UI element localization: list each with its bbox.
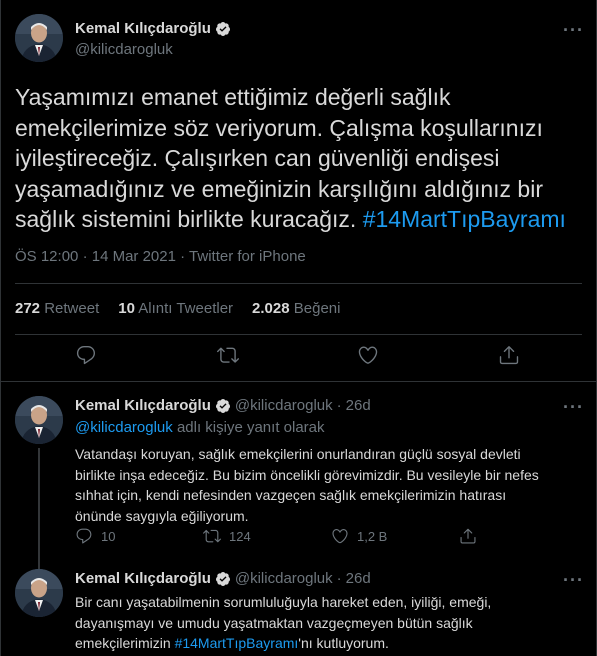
avatar[interactable] xyxy=(15,396,63,444)
tweet-time[interactable]: ÖS 12:00 xyxy=(15,248,78,265)
retweet-count: 124 xyxy=(229,528,251,544)
meta-separator: · xyxy=(336,570,342,587)
retweet-icon[interactable] xyxy=(217,344,239,366)
quote-count: 10 xyxy=(118,300,135,317)
like-stat[interactable]: 2.028 Beğeni xyxy=(252,300,340,317)
hashtag-link[interactable]: #14MartTıpBayramı xyxy=(363,206,566,232)
tweet-age[interactable]: 26d xyxy=(346,570,371,587)
replying-to: @kilicdarogluk adlı kişiye yanıt olarak xyxy=(75,419,325,436)
retweet-stat[interactable]: 272 Retweet xyxy=(15,300,99,317)
share-icon xyxy=(460,528,476,544)
avatar[interactable] xyxy=(15,14,63,62)
quote-stat[interactable]: 10 Alıntı Tweetler xyxy=(118,300,233,317)
share-icon[interactable] xyxy=(498,344,520,366)
quote-label: Alıntı Tweetler xyxy=(138,300,234,317)
like-label: Beğeni xyxy=(293,300,341,317)
author-name[interactable]: Kemal Kılıçdaroğlu xyxy=(75,397,211,414)
retweet-action[interactable]: 124 xyxy=(203,527,251,545)
author-row: Kemal Kılıçdaroğlu @kilicdarogluk · 26d xyxy=(75,397,371,414)
replying-to-label: adlı kişiye yanıt olarak xyxy=(176,419,325,436)
divider xyxy=(1,381,596,382)
reply-action[interactable]: 10 xyxy=(75,527,115,545)
author-name[interactable]: Kemal Kılıçdaroğlu xyxy=(75,570,211,587)
author-handle[interactable]: @kilicdarogluk xyxy=(235,397,333,414)
more-icon[interactable]: ··· xyxy=(563,570,584,591)
like-count: 1,2 B xyxy=(357,528,388,544)
meta-separator: · xyxy=(336,397,342,414)
tweet-actions xyxy=(1,344,597,372)
reply-icon xyxy=(76,528,92,544)
like-action[interactable]: 1,2 B xyxy=(331,527,387,545)
share-action[interactable] xyxy=(459,527,477,545)
more-icon[interactable]: ··· xyxy=(563,397,584,418)
tweet-thread: Kemal Kılıçdaroğlu @kilicdarogluk ··· Ya… xyxy=(0,0,597,656)
verified-badge-icon xyxy=(215,571,230,586)
retweet-icon xyxy=(203,529,221,543)
tweet-meta: ÖS 12:00 · 14 Mar 2021 · Twitter for iPh… xyxy=(15,248,306,265)
retweet-count: 272 xyxy=(15,300,41,317)
author-handle[interactable]: @kilicdarogluk xyxy=(75,41,173,58)
mention-link[interactable]: @kilicdarogluk xyxy=(75,419,173,436)
tweet-age[interactable]: 26d xyxy=(346,397,371,414)
like-count: 2.028 xyxy=(252,300,290,317)
reply-count: 10 xyxy=(101,528,116,544)
tweet-source[interactable]: Twitter for iPhone xyxy=(189,248,306,265)
author-row: Kemal Kılıçdaroğlu @kilicdarogluk · 26d xyxy=(75,570,371,587)
author-handle[interactable]: @kilicdarogluk xyxy=(235,570,333,587)
author-name[interactable]: Kemal Kılıçdaroğlu xyxy=(75,20,211,37)
avatar[interactable] xyxy=(15,569,63,617)
divider xyxy=(15,334,582,335)
meta-separator: · xyxy=(180,248,186,265)
tweet-stats: 272 Retweet 10 Alıntı Tweetler 2.028 Beğ… xyxy=(15,300,340,317)
reply-text: Vatandaşı koruyan, sağlık emekçilerini o… xyxy=(75,446,539,524)
thread-connector xyxy=(38,448,40,576)
verified-badge-icon xyxy=(215,21,230,36)
tweet-date[interactable]: 14 Mar 2021 xyxy=(92,248,176,265)
author-row: Kemal Kılıçdaroğlu xyxy=(75,20,231,37)
reply-icon[interactable] xyxy=(75,344,97,366)
hashtag-link[interactable]: #14MartTıpBayramı xyxy=(175,635,299,651)
reply-text: Bir canı yaşatabilmenin sorumluluğuyla h… xyxy=(75,592,545,654)
verified-badge-icon xyxy=(215,398,230,413)
tweet-text: Yaşamımızı emanet ettiğimiz değerli sağl… xyxy=(15,82,585,235)
like-icon[interactable] xyxy=(357,344,379,366)
meta-separator: · xyxy=(82,248,88,265)
more-icon[interactable]: ··· xyxy=(563,20,584,41)
divider xyxy=(15,283,582,284)
like-icon xyxy=(332,529,348,544)
reply-body-end: 'nı kutluyorum. xyxy=(298,635,389,651)
retweet-label: Retweet xyxy=(44,300,100,317)
